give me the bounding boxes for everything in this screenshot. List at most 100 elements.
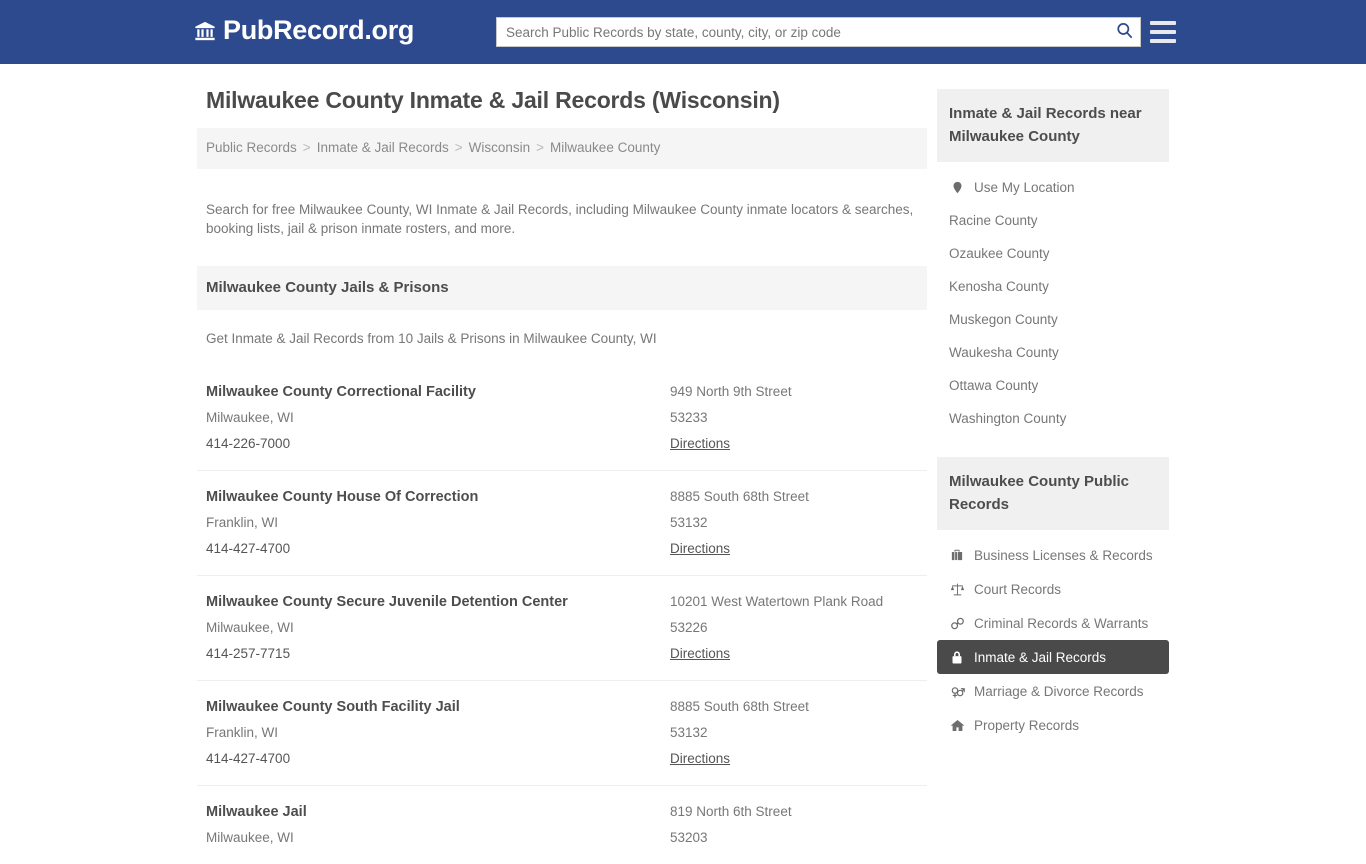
facility-zip: 53132 <box>670 724 708 740</box>
site-logo[interactable]: PubRecord.org <box>194 17 414 44</box>
house-icon <box>949 717 965 733</box>
facility-name[interactable]: Milwaukee Jail <box>206 799 670 825</box>
sidebar-item-label: Court Records <box>974 581 1062 597</box>
map-pin-icon <box>949 179 965 195</box>
sidebar-item-court-records[interactable]: Court Records <box>937 572 1169 606</box>
table-row: Milwaukee County Secure Juvenile Detenti… <box>197 576 927 681</box>
page-title: Milwaukee County Inmate & Jail Records (… <box>206 87 780 113</box>
breadcrumb: Public Records > Inmate & Jail Records > Wis… <box>197 128 927 169</box>
sidebar-item-racine-county[interactable]: Racine County <box>937 204 1169 237</box>
facility-city-state: Milwaukee, WI <box>206 409 294 425</box>
sidebar-item-inmate-jail-records[interactable]: Inmate & Jail Records <box>937 640 1169 674</box>
nearby-records-panel: Inmate & Jail Records near Milwaukee Cou… <box>937 89 1169 435</box>
menu-bar-1 <box>1150 21 1176 25</box>
public-records-panel: Milwaukee County Public Records Business… <box>937 457 1169 742</box>
facility-address: 10201 West Watertown Plank Road 53226 Di… <box>670 589 918 667</box>
facility-list: Milwaukee County Correctional Facility M… <box>197 366 927 864</box>
facility-zip: 53226 <box>670 619 708 635</box>
facility-street: 8885 South 68th Street <box>670 698 809 714</box>
table-row: Milwaukee County House Of Correction Fra… <box>197 471 927 576</box>
facility-details: Milwaukee County Secure Juvenile Detenti… <box>206 589 670 667</box>
sidebar-item-muskegon-county[interactable]: Muskegon County <box>937 303 1169 336</box>
facility-city-state: Milwaukee, WI <box>206 619 294 635</box>
sidebar-item-label: Kenosha County <box>949 279 1049 294</box>
sidebar-item-label: Muskegon County <box>949 312 1058 327</box>
sidebar-item-label: Racine County <box>949 213 1038 228</box>
sidebar-item-property-records[interactable]: Property Records <box>937 708 1169 742</box>
facility-phone: 414-427-4700 <box>206 540 291 556</box>
directions-link[interactable]: Directions <box>670 536 730 562</box>
search-bar[interactable] <box>496 17 1141 47</box>
sidebar-item-label: Washington County <box>949 411 1067 426</box>
facility-address: 819 North 6th Street 53203 <box>670 799 918 851</box>
facility-street: 949 North 9th Street <box>670 383 792 399</box>
sidebar-item-marriage-divorce-records[interactable]: Marriage & Divorce Records <box>937 674 1169 708</box>
sidebar-item-washington-county[interactable]: Washington County <box>937 402 1169 435</box>
hamburger-menu-icon[interactable] <box>1150 19 1176 45</box>
sidebar: Inmate & Jail Records near Milwaukee Cou… <box>937 86 1169 764</box>
breadcrumb-item-milwaukee-county[interactable]: Milwaukee County <box>550 140 660 155</box>
facility-details: Milwaukee County Correctional Facility M… <box>206 379 670 457</box>
menu-bar-3 <box>1150 39 1176 43</box>
panel-heading-nearby: Inmate & Jail Records near Milwaukee Cou… <box>937 89 1169 162</box>
facility-address: 8885 South 68th Street 53132 Directions <box>670 484 918 562</box>
sidebar-item-ottawa-county[interactable]: Ottawa County <box>937 369 1169 402</box>
sidebar-item-label: Ottawa County <box>949 378 1039 393</box>
sidebar-item-waukesha-county[interactable]: Waukesha County <box>937 336 1169 369</box>
facility-phone: 414-257-7715 <box>206 645 291 661</box>
facility-name[interactable]: Milwaukee County Correctional Facility <box>206 379 670 405</box>
breadcrumb-separator: > <box>536 140 545 155</box>
search-submit-button[interactable] <box>1108 18 1140 46</box>
nearby-records-list: Use My Location Racine County Ozaukee Co… <box>937 162 1169 435</box>
facility-address: 949 North 9th Street 53233 Directions <box>670 379 918 457</box>
site-logo-text: PubRecord.org <box>223 15 415 45</box>
gender-symbols-icon <box>949 683 965 699</box>
lock-icon <box>949 649 965 665</box>
facility-name[interactable]: Milwaukee County Secure Juvenile Detenti… <box>206 589 670 615</box>
sidebar-item-criminal-records[interactable]: Criminal Records & Warrants <box>937 606 1169 640</box>
sidebar-item-label: Marriage & Divorce Records <box>974 683 1144 699</box>
facility-street: 8885 South 68th Street <box>670 488 809 504</box>
facility-address: 8885 South 68th Street 53132 Directions <box>670 694 918 772</box>
sidebar-item-label: Business Licenses & Records <box>974 547 1153 563</box>
main-content: Milwaukee County Inmate & Jail Records (… <box>197 86 927 864</box>
page-body: Milwaukee County Inmate & Jail Records (… <box>0 64 1366 864</box>
sidebar-item-ozaukee-county[interactable]: Ozaukee County <box>937 237 1169 270</box>
briefcase-icon <box>949 547 965 563</box>
facility-zip: 53132 <box>670 514 708 530</box>
panel-heading-public-records: Milwaukee County Public Records <box>937 457 1169 530</box>
breadcrumb-item-inmate-jail-records[interactable]: Inmate & Jail Records <box>317 140 449 155</box>
site-header: PubRecord.org <box>0 0 1366 64</box>
scales-icon <box>949 581 965 597</box>
facility-name[interactable]: Milwaukee County South Facility Jail <box>206 694 670 720</box>
breadcrumb-separator: > <box>302 140 311 155</box>
table-row: Milwaukee Jail Milwaukee, WI 819 North 6… <box>197 786 927 864</box>
table-row: Milwaukee County Correctional Facility M… <box>197 366 927 471</box>
search-input[interactable] <box>497 18 1108 46</box>
sidebar-item-use-my-location[interactable]: Use My Location <box>937 170 1169 204</box>
facility-details: Milwaukee County South Facility Jail Fra… <box>206 694 670 772</box>
breadcrumb-item-public-records[interactable]: Public Records <box>206 140 297 155</box>
sidebar-item-label: Property Records <box>974 717 1080 733</box>
table-row: Milwaukee County South Facility Jail Fra… <box>197 681 927 786</box>
facility-city-state: Franklin, WI <box>206 724 279 740</box>
facility-city-state: Milwaukee, WI <box>206 829 294 845</box>
breadcrumb-item-wisconsin[interactable]: Wisconsin <box>469 140 531 155</box>
sidebar-item-label: Waukesha County <box>949 345 1059 360</box>
sidebar-item-label: Inmate & Jail Records <box>974 649 1107 665</box>
facility-street: 10201 West Watertown Plank Road <box>670 593 884 609</box>
search-icon <box>1115 21 1134 43</box>
facility-zip: 53203 <box>670 829 708 845</box>
section-subheading: Get Inmate & Jail Records from 10 Jails … <box>206 330 657 346</box>
directions-link[interactable]: Directions <box>670 431 730 457</box>
facility-details: Milwaukee Jail Milwaukee, WI <box>206 799 670 851</box>
section-heading-jails-prisons: Milwaukee County Jails & Prisons <box>197 265 927 310</box>
sidebar-item-label: Criminal Records & Warrants <box>974 615 1149 631</box>
public-records-list: Business Licenses & Records Court Record… <box>937 530 1169 742</box>
facility-name[interactable]: Milwaukee County House Of Correction <box>206 484 670 510</box>
directions-link[interactable]: Directions <box>670 641 730 667</box>
sidebar-item-kenosha-county[interactable]: Kenosha County <box>937 270 1169 303</box>
facility-details: Milwaukee County House Of Correction Fra… <box>206 484 670 562</box>
sidebar-item-business-licenses[interactable]: Business Licenses & Records <box>937 538 1169 572</box>
handcuffs-icon <box>949 615 965 631</box>
